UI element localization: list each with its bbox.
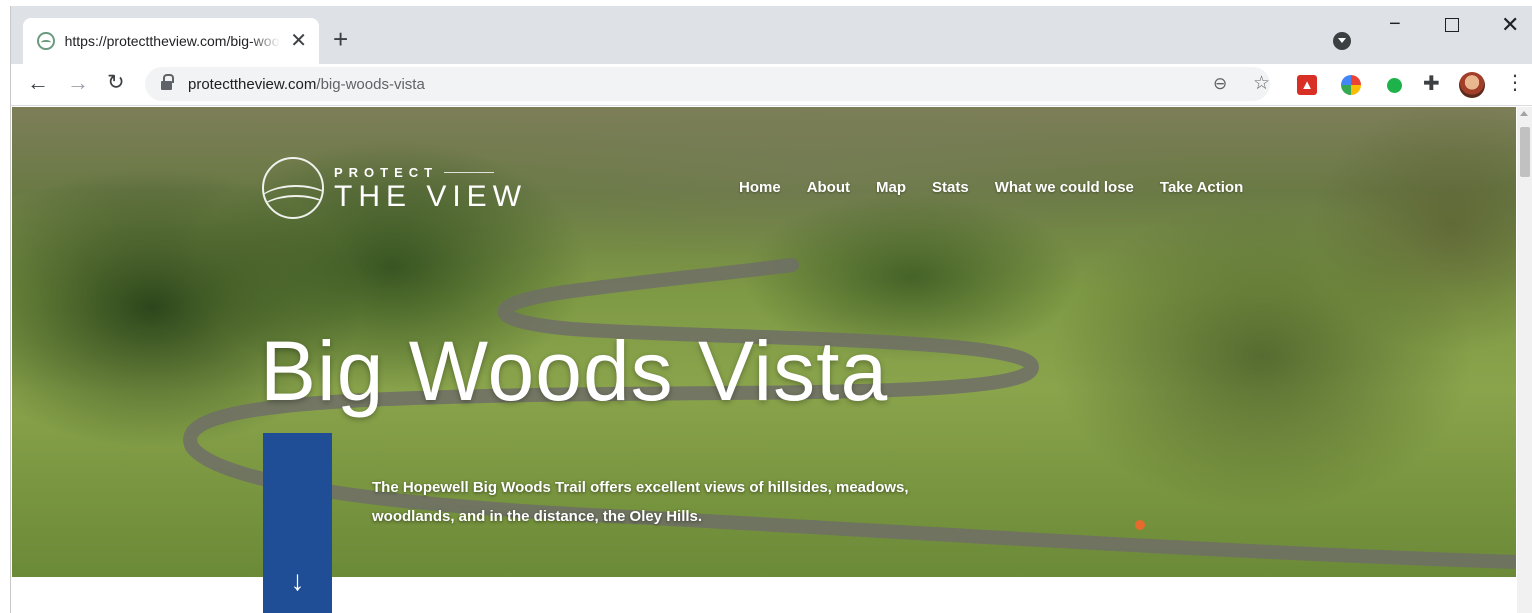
page-viewport: PROTECT THE VIEW Home About Map Stats Wh… bbox=[12, 107, 1516, 613]
vertical-scrollbar[interactable] bbox=[1517, 107, 1532, 613]
lock-icon[interactable] bbox=[161, 73, 174, 91]
scroll-down-button[interactable]: ↓ bbox=[263, 433, 332, 613]
nav-about[interactable]: About bbox=[807, 179, 850, 196]
browser-window: https://protecttheview.com/big-woods-vis… bbox=[10, 6, 1532, 613]
menu-icon[interactable]: ⋮ bbox=[1505, 73, 1525, 93]
tab-title: https://protecttheview.com/big-woods-vis… bbox=[64, 33, 281, 49]
color-extension-icon[interactable] bbox=[1341, 75, 1361, 95]
pdf-extension-icon[interactable]: ▲ bbox=[1297, 75, 1317, 95]
zoom-icon[interactable]: ⊖ bbox=[1213, 74, 1227, 94]
browser-tab[interactable]: https://protecttheview.com/big-woods-vis… bbox=[23, 18, 319, 64]
nav-what-we-could-lose[interactable]: What we could lose bbox=[995, 179, 1134, 196]
logo-top-text: PROTECT bbox=[334, 164, 439, 180]
page-title: Big Woods Vista bbox=[260, 324, 889, 418]
back-icon[interactable]: ← bbox=[27, 72, 49, 94]
scroll-up-icon[interactable] bbox=[1520, 111, 1528, 116]
nav-home[interactable]: Home bbox=[739, 179, 781, 196]
nav-map[interactable]: Map bbox=[876, 179, 906, 196]
puzzle-icon[interactable]: ✚ bbox=[1423, 71, 1440, 96]
profile-menu-icon[interactable] bbox=[1333, 32, 1351, 50]
browser-toolbar: ← → ↻ protecttheview.com/big-woods-vista… bbox=[11, 64, 1532, 106]
forward-icon[interactable]: → bbox=[67, 72, 89, 94]
arrow-down-icon: ↓ bbox=[290, 565, 305, 596]
url-domain: protecttheview.com bbox=[188, 75, 317, 93]
profile-avatar[interactable] bbox=[1459, 72, 1485, 98]
maximize-button[interactable] bbox=[1445, 18, 1459, 32]
logo-mark-icon bbox=[262, 157, 324, 219]
logo-bottom-text: THE VIEW bbox=[334, 179, 528, 213]
cyclist-figure bbox=[1135, 520, 1145, 530]
nav-take-action[interactable]: Take Action bbox=[1160, 179, 1243, 196]
star-icon[interactable]: ☆ bbox=[1253, 72, 1270, 95]
hero-description: The Hopewell Big Woods Trail offers exce… bbox=[372, 479, 909, 525]
address-bar[interactable]: protecttheview.com/big-woods-vista bbox=[145, 67, 1270, 101]
nav-stats[interactable]: Stats bbox=[932, 179, 969, 196]
site-favicon-icon bbox=[37, 32, 55, 50]
reload-icon[interactable]: ↻ bbox=[107, 72, 125, 93]
tab-bar: https://protecttheview.com/big-woods-vis… bbox=[11, 6, 1532, 64]
close-window-button[interactable]: ✕ bbox=[1501, 14, 1519, 36]
scrollbar-thumb[interactable] bbox=[1520, 127, 1530, 177]
green-dot-extension-icon[interactable] bbox=[1387, 78, 1402, 93]
site-logo[interactable]: PROTECT THE VIEW bbox=[262, 157, 527, 219]
url-path: /big-woods-vista bbox=[316, 75, 425, 93]
new-tab-button[interactable]: + bbox=[333, 26, 348, 52]
tab-close-icon[interactable]: ✕ bbox=[290, 31, 307, 51]
minimize-button[interactable]: − bbox=[1389, 14, 1401, 34]
site-nav: Home About Map Stats What we could lose … bbox=[739, 179, 1269, 196]
